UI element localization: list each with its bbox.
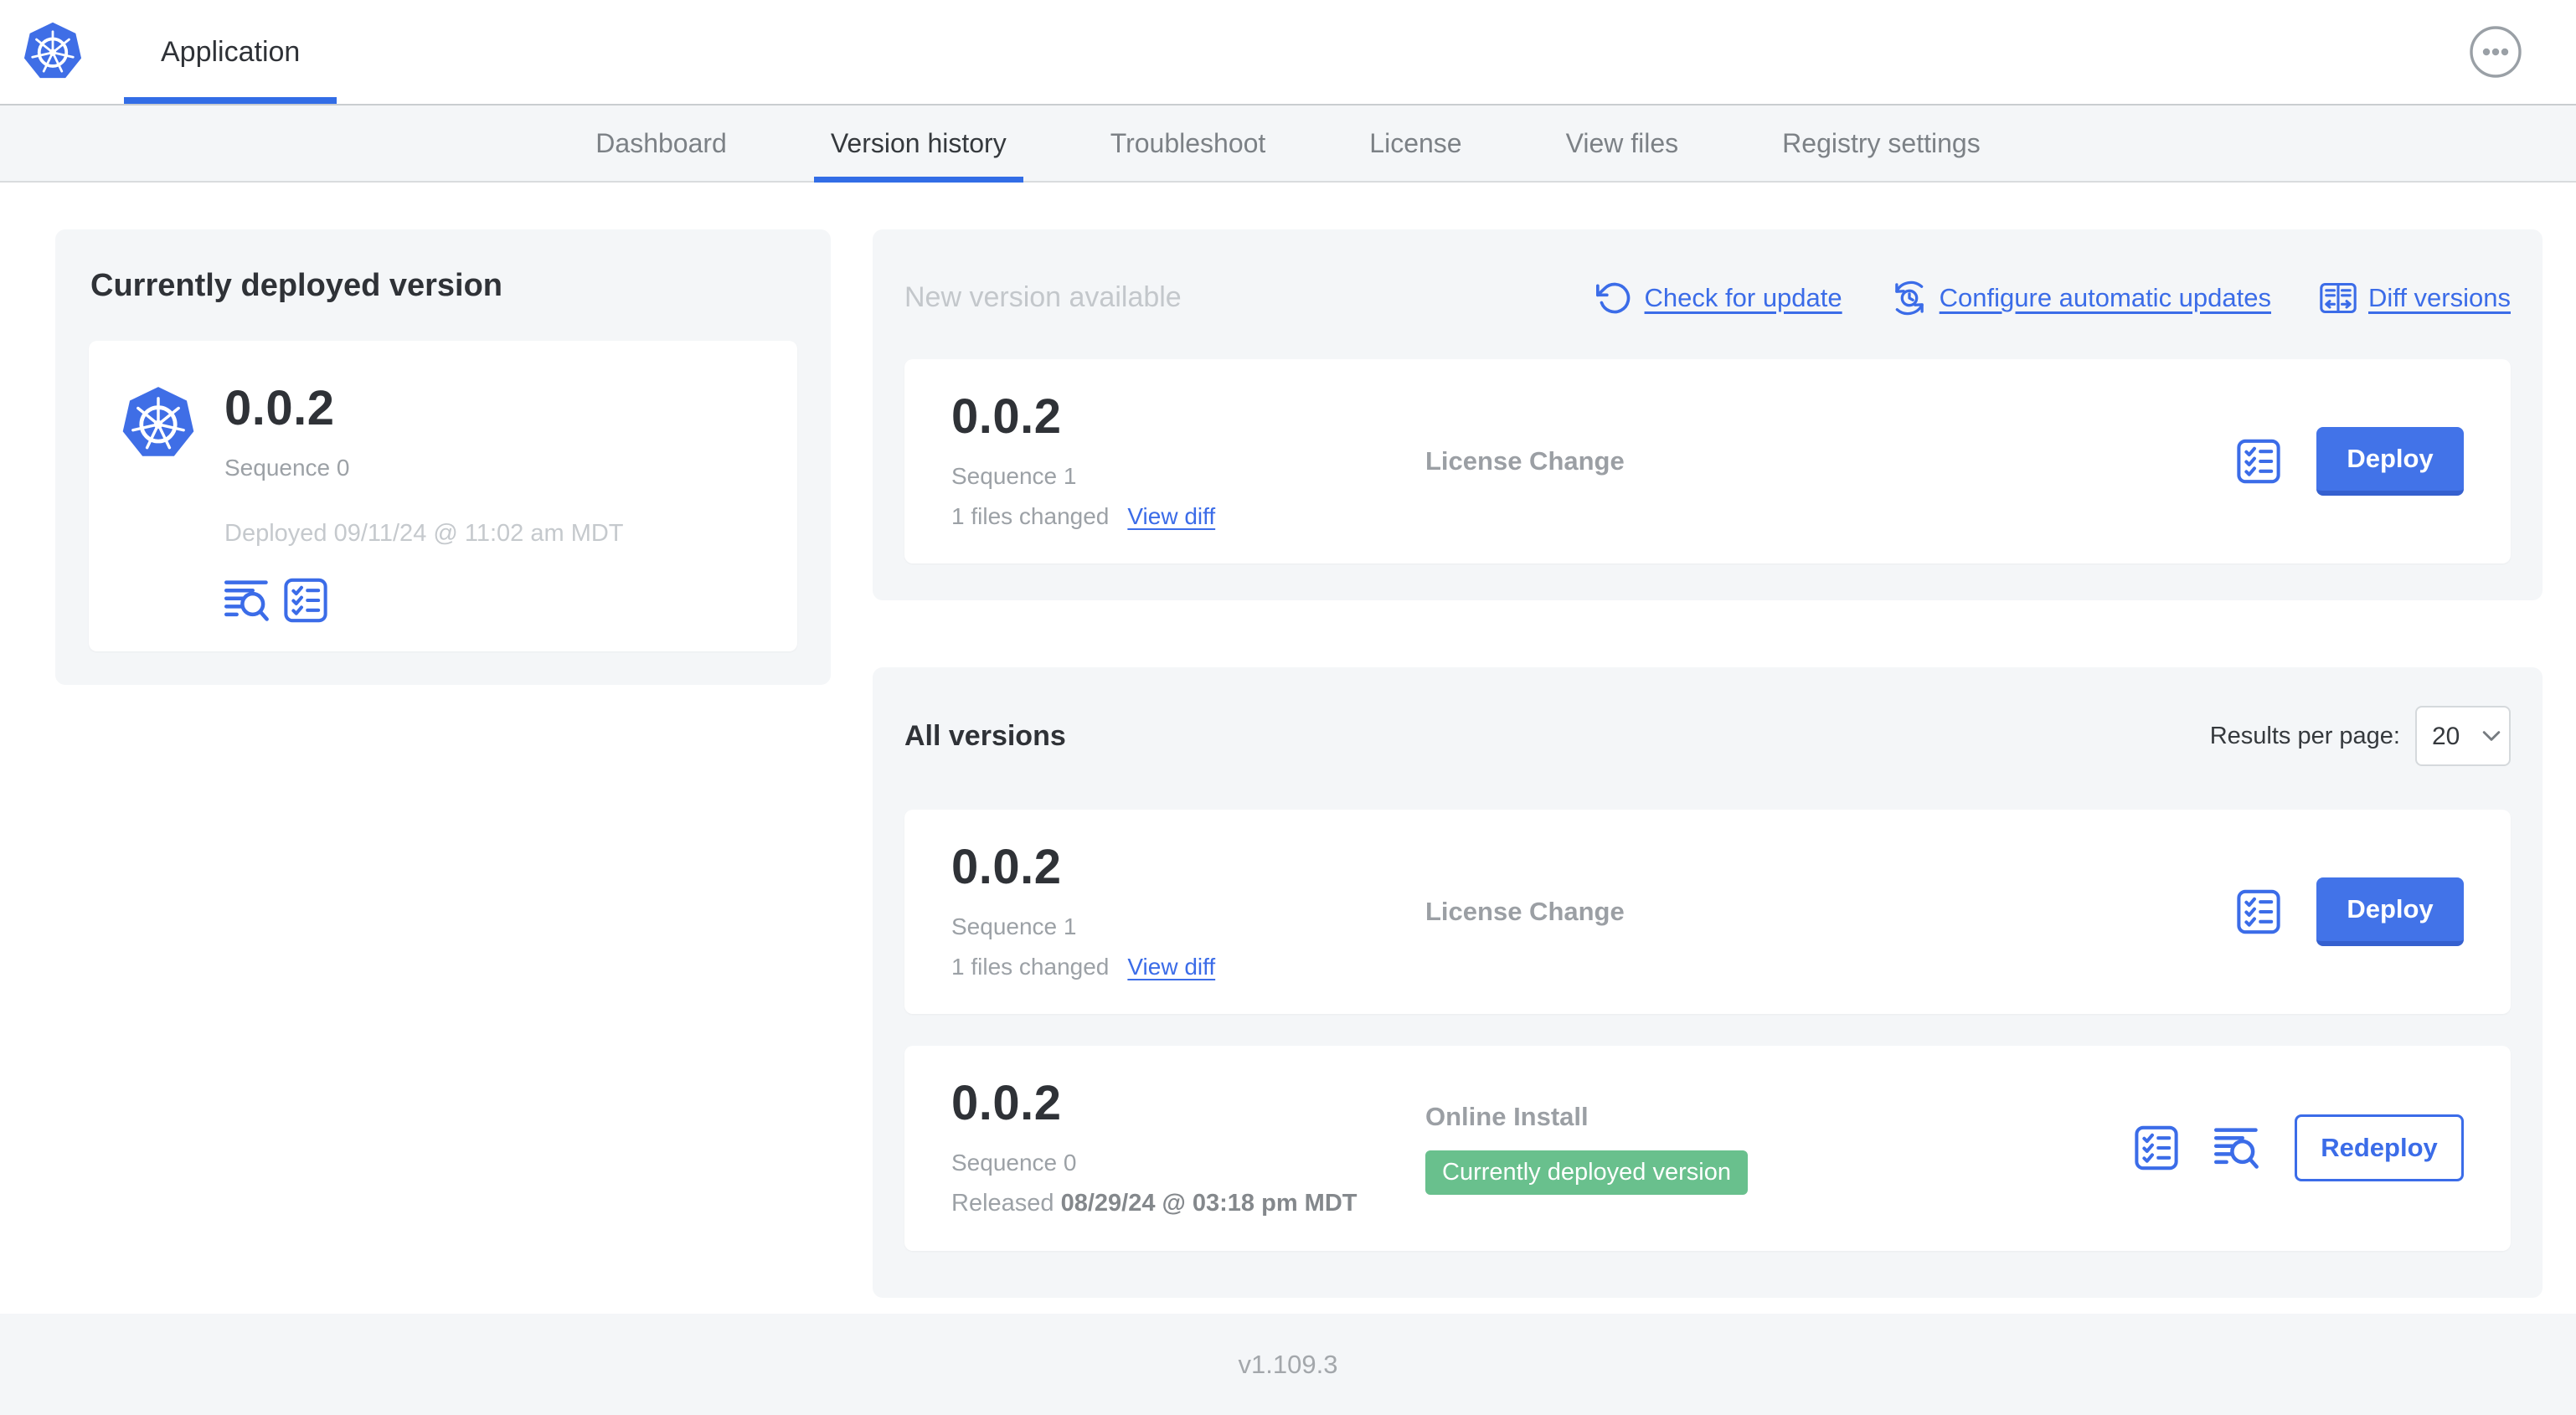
tab-dashboard[interactable]: Dashboard xyxy=(595,105,727,181)
deploy-button[interactable]: Deploy xyxy=(2316,877,2464,946)
results-per-page: Results per page: 20 xyxy=(2209,706,2511,767)
deploy-logs-icon xyxy=(224,578,270,623)
ellipsis-icon xyxy=(2469,25,2522,79)
preflight-checklist-icon xyxy=(2236,439,2281,484)
preflight-checks-button[interactable] xyxy=(283,578,328,623)
new-version-title: New version available xyxy=(904,281,1182,314)
view-diff-link[interactable]: View diff xyxy=(1127,954,1215,980)
check-for-update-label: Check for update xyxy=(1644,282,1842,312)
app-tab[interactable]: Application xyxy=(124,0,337,104)
top-header: Application xyxy=(0,0,2576,104)
files-changed-label: 1 files changed xyxy=(951,953,1110,980)
update-links: Check for update Configure automatic upd… xyxy=(1596,280,2511,316)
preflight-checks-button[interactable] xyxy=(2236,889,2281,934)
files-changed-label: 1 files changed xyxy=(951,503,1110,530)
version-number: 0.0.2 xyxy=(951,839,1062,894)
view-diff-link[interactable]: View diff xyxy=(1127,503,1215,530)
tab-label: License xyxy=(1369,127,1462,158)
version-rows: 0.0.2 Sequence 1 1 files changed View di… xyxy=(904,809,2511,1251)
deploy-button[interactable]: Deploy xyxy=(2316,427,2464,497)
version-status: Online Install Currently deployed versio… xyxy=(1425,1102,2134,1195)
version-info: 0.0.2 Sequence 1 1 files changed View di… xyxy=(951,393,1425,530)
current-version-panel: Currently deployed version 0.0.2 Sequenc… xyxy=(55,229,831,685)
sequence-label: Sequence 1 xyxy=(951,463,1077,490)
preflight-checklist-icon xyxy=(283,578,328,623)
results-per-page-select[interactable]: 20 xyxy=(2415,706,2511,767)
tab-view-files[interactable]: View files xyxy=(1566,105,1679,181)
version-actions: Redeploy xyxy=(2134,1114,2464,1182)
deploy-logs-icon xyxy=(2214,1125,2259,1171)
sequence-label: Sequence 0 xyxy=(224,455,350,481)
all-versions-header: All versions Results per page: 20 xyxy=(904,696,2511,775)
version-row: 0.0.2 Sequence 0 Released 08/29/24 @ 03:… xyxy=(904,1045,2511,1251)
released-timestamp: Released 08/29/24 @ 03:18 pm MDT xyxy=(951,1190,1425,1217)
app-page: Application Dashboard Version history Tr… xyxy=(0,0,2576,1415)
tab-troubleshoot[interactable]: Troubleshoot xyxy=(1110,105,1266,181)
tab-version-history[interactable]: Version history xyxy=(813,105,1023,183)
deployed-version-details: 0.0.2 Sequence 0 Deployed 09/11/24 @ 11:… xyxy=(224,384,624,623)
version-number: 0.0.2 xyxy=(951,1075,1062,1130)
diff-versions-link[interactable]: Diff versions xyxy=(2320,280,2511,316)
preflight-checklist-icon xyxy=(2134,1125,2179,1171)
current-version-title: Currently deployed version xyxy=(90,268,503,303)
version-source: Online Install xyxy=(1425,1101,1589,1131)
released-prefix: Released xyxy=(951,1189,1061,1217)
version-actions: Deploy xyxy=(2236,427,2464,497)
console-version: v1.109.3 xyxy=(1238,1349,1338,1379)
all-versions-panel: All versions Results per page: 20 0.0.2 … xyxy=(873,667,2543,1298)
diff-columns-icon xyxy=(2320,280,2357,316)
version-source: License Change xyxy=(1425,896,1625,926)
results-per-page-label: Results per page: xyxy=(2209,722,2400,749)
new-version-panel-header: New version available Check for update C… xyxy=(904,258,2511,337)
preflight-checks-button[interactable] xyxy=(2236,439,2281,484)
files-changed-row: 1 files changed View diff xyxy=(951,503,1425,530)
deploy-logs-button[interactable] xyxy=(224,578,270,623)
tab-label: Registry settings xyxy=(1782,127,1981,158)
right-column: New version available Check for update C… xyxy=(873,229,2543,1298)
tab-label: Troubleshoot xyxy=(1110,127,1266,158)
main-content: Currently deployed version 0.0.2 Sequenc… xyxy=(0,183,2576,1314)
deployed-version-actions xyxy=(224,578,624,623)
version-info: 0.0.2 Sequence 1 1 files changed View di… xyxy=(951,839,1425,980)
files-changed-row: 1 files changed View diff xyxy=(951,954,1425,980)
deploy-logs-button[interactable] xyxy=(2214,1125,2259,1171)
currently-deployed-badge: Currently deployed version xyxy=(1425,1150,1748,1195)
kubernetes-logo-icon xyxy=(23,22,82,82)
configure-automatic-updates-label: Configure automatic updates xyxy=(1939,282,2271,312)
app-footer: v1.109.3 xyxy=(0,1314,2576,1415)
preflight-checklist-icon xyxy=(2236,889,2281,934)
tab-registry-settings[interactable]: Registry settings xyxy=(1782,105,1981,181)
more-options-button[interactable] xyxy=(2469,25,2522,79)
new-version-card: 0.0.2 Sequence 1 1 files changed View di… xyxy=(904,359,2511,564)
deployed-timestamp: Deployed 09/11/24 @ 11:02 am MDT xyxy=(224,520,624,547)
app-subnav: Dashboard Version history Troubleshoot L… xyxy=(0,104,2576,183)
configure-automatic-updates-link[interactable]: Configure automatic updates xyxy=(1891,280,2271,316)
results-per-page-select-wrap: 20 xyxy=(2415,706,2511,767)
tab-label: View files xyxy=(1565,127,1679,158)
sequence-label: Sequence 1 xyxy=(951,913,1077,939)
version-actions: Deploy xyxy=(2236,877,2464,946)
redeploy-button[interactable]: Redeploy xyxy=(2295,1114,2464,1182)
tab-license[interactable]: License xyxy=(1369,105,1461,181)
app-tab-label: Application xyxy=(161,35,301,68)
version-info: 0.0.2 Sequence 0 Released 08/29/24 @ 03:… xyxy=(951,1075,1425,1217)
diff-versions-label: Diff versions xyxy=(2368,282,2511,312)
version-number: 0.0.2 xyxy=(951,389,1062,445)
version-row: 0.0.2 Sequence 1 1 files changed View di… xyxy=(904,809,2511,1014)
check-for-update-link[interactable]: Check for update xyxy=(1596,280,1842,316)
new-version-panel: New version available Check for update C… xyxy=(873,229,2543,601)
preflight-checks-button[interactable] xyxy=(2134,1125,2179,1171)
version-number: 0.0.2 xyxy=(224,381,335,435)
released-date: 08/29/24 @ 03:18 pm MDT xyxy=(1060,1189,1358,1217)
deployed-version-card: 0.0.2 Sequence 0 Deployed 09/11/24 @ 11:… xyxy=(89,341,797,651)
kubernetes-logo-icon xyxy=(122,386,194,461)
sequence-label: Sequence 0 xyxy=(951,1149,1077,1176)
auto-update-clock-icon xyxy=(1891,280,1928,316)
version-source: License Change xyxy=(1425,446,1625,476)
tab-label: Dashboard xyxy=(595,127,727,158)
tab-label: Version history xyxy=(830,127,1007,158)
all-versions-title: All versions xyxy=(904,719,1066,752)
refresh-icon xyxy=(1596,280,1633,316)
